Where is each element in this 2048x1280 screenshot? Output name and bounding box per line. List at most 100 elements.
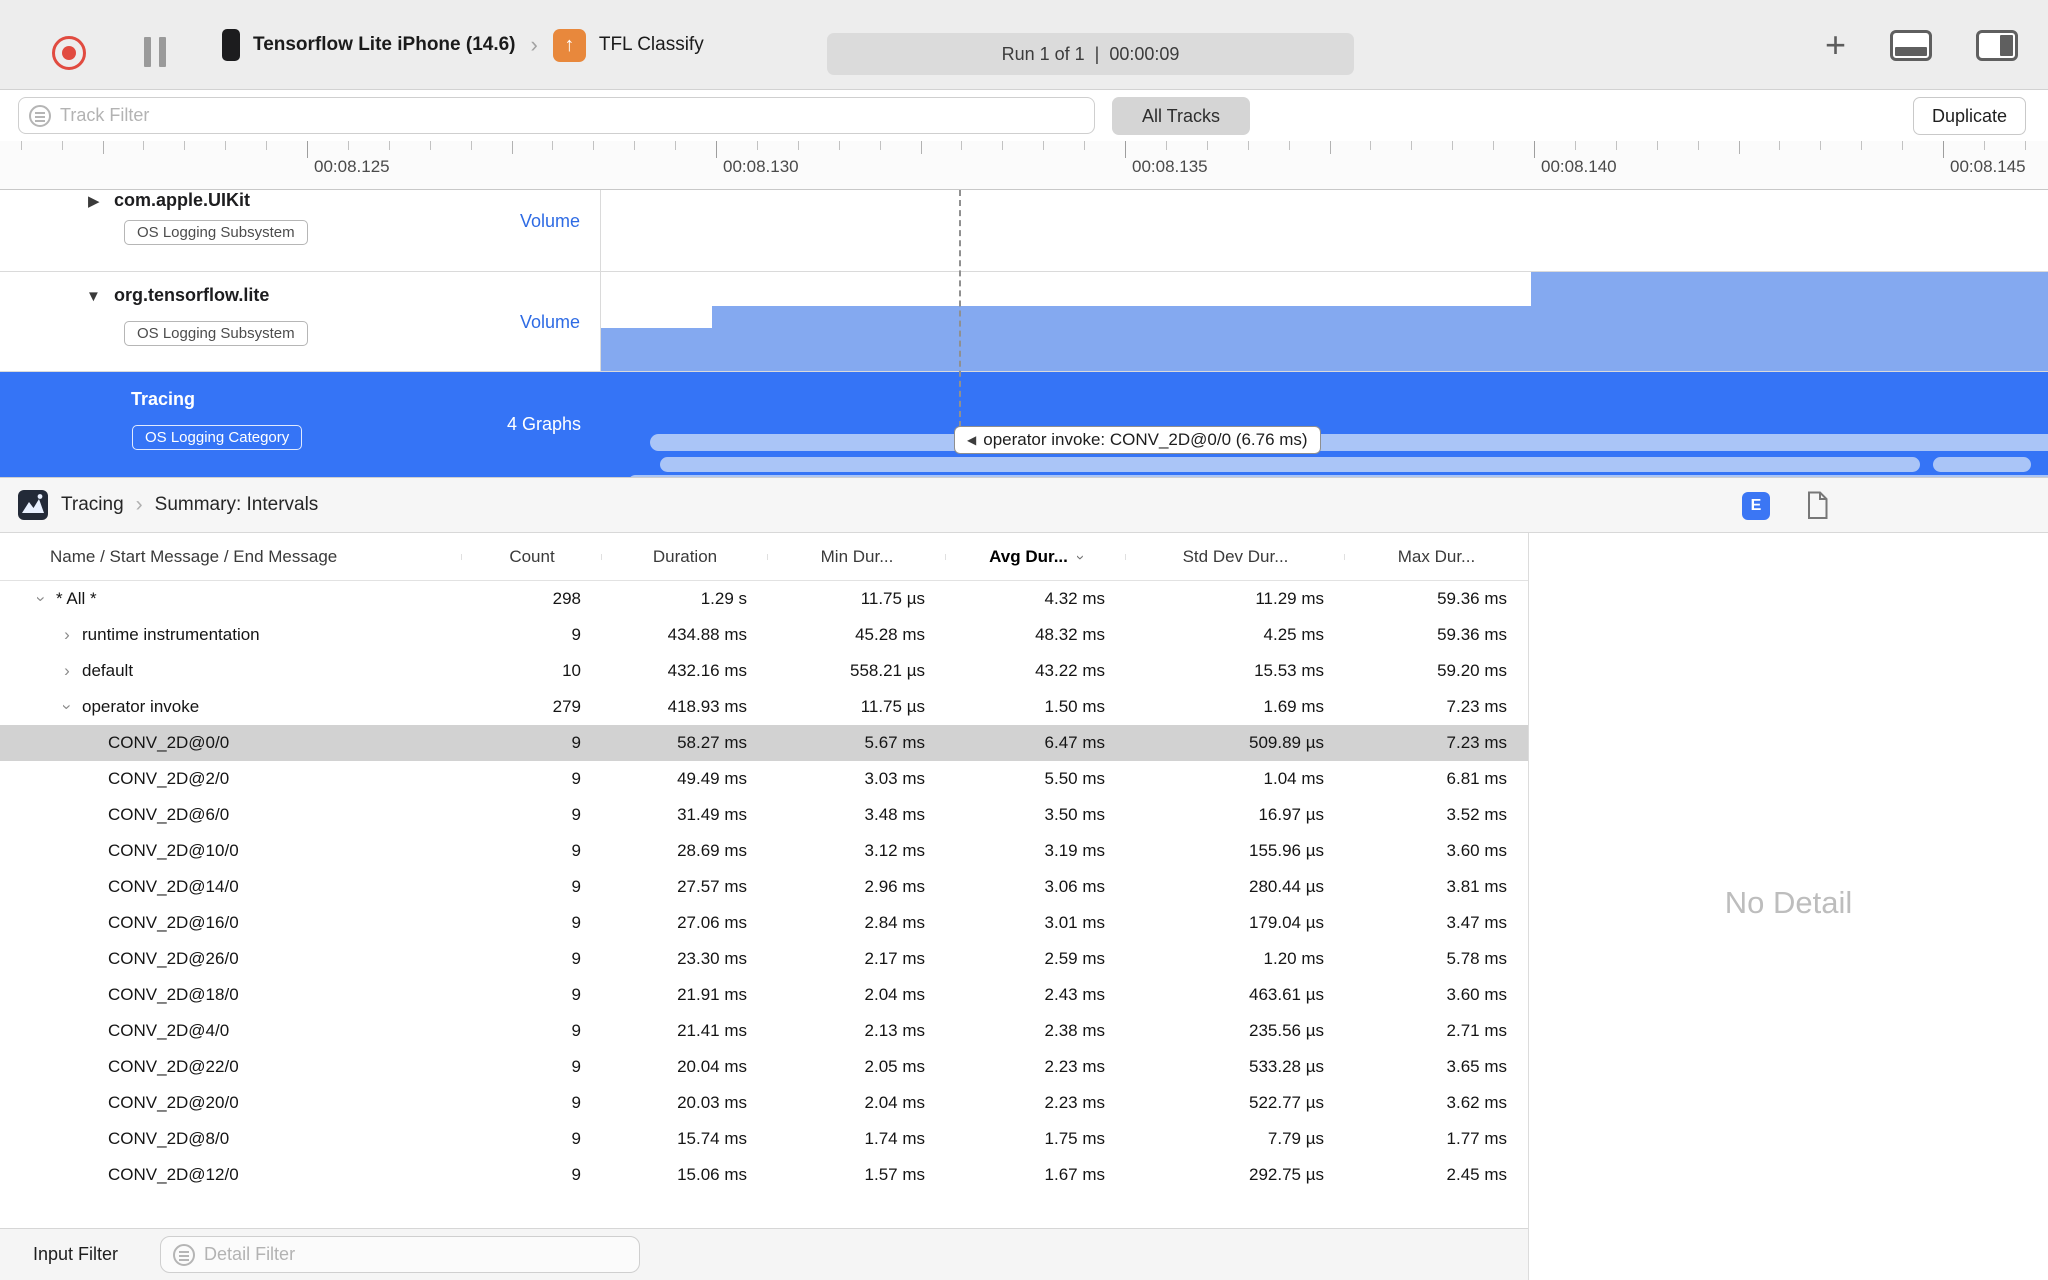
record-icon	[62, 46, 76, 60]
track-com-apple-uikit[interactable]: ▶ com.apple.UIKit OS Logging Subsystem V…	[0, 190, 2048, 272]
cell-stddev-duration: 280.44 µs	[1248, 877, 1324, 896]
target-app-name[interactable]: TFL Classify	[599, 34, 704, 56]
table-row[interactable]: CONV_2D@0/0 9 58.27 ms 5.67 ms 6.47 ms 5…	[0, 725, 1528, 761]
toggle-bottom-pane-button[interactable]	[1890, 29, 1932, 61]
detail-header-bar: Tracing › Summary: Intervals E	[0, 477, 2048, 533]
cell-count: 298	[552, 589, 581, 608]
row-disclosure-icon[interactable]: ›	[23, 584, 59, 614]
track-graph-label[interactable]: Volume	[520, 312, 580, 333]
row-name: CONV_2D@8/0	[108, 1129, 230, 1148]
pause-button[interactable]	[144, 37, 166, 67]
ruler-tick	[307, 141, 308, 158]
interval-tooltip: ◀ operator invoke: CONV_2D@0/0 (6.76 ms)	[954, 426, 1321, 454]
table-row[interactable]: CONV_2D@14/0 9 27.57 ms 2.96 ms 3.06 ms …	[0, 869, 1528, 905]
cell-count: 9	[571, 733, 581, 752]
interval-lane[interactable]	[650, 434, 2048, 451]
row-name-cell: › operator invoke	[0, 689, 462, 725]
row-disclosure-icon[interactable]: ›	[52, 653, 82, 689]
table-row[interactable]: CONV_2D@6/0 9 31.49 ms 3.48 ms 3.50 ms 1…	[0, 797, 1528, 833]
breadcrumb-view[interactable]: Summary: Intervals	[155, 494, 319, 516]
cell-duration: 15.06 ms	[677, 1165, 747, 1184]
cell-duration: 28.69 ms	[677, 841, 747, 860]
track-filter-input[interactable]	[60, 105, 1094, 126]
cell-stddev-duration: 463.61 µs	[1248, 985, 1324, 1004]
table-row[interactable]: › default 10 432.16 ms 558.21 µs 43.22 m…	[0, 653, 1528, 689]
track-tracing-selected[interactable]: Tracing OS Logging Category 4 Graphs ◀ o…	[0, 372, 2048, 477]
cell-stddev-duration: 1.69 ms	[1263, 697, 1324, 716]
table-row[interactable]: CONV_2D@22/0 9 20.04 ms 2.05 ms 2.23 ms …	[0, 1049, 1528, 1085]
cell-min-duration: 2.04 ms	[864, 985, 925, 1004]
device-name[interactable]: Tensorflow Lite iPhone (14.6)	[253, 34, 516, 56]
table-row[interactable]: CONV_2D@8/0 9 15.74 ms 1.74 ms 1.75 ms 7…	[0, 1121, 1528, 1157]
row-disclosure-icon[interactable]: ›	[52, 617, 82, 653]
playhead-line[interactable]	[959, 190, 961, 427]
cell-min-duration: 2.96 ms	[864, 877, 925, 896]
cell-avg-duration: 3.19 ms	[1044, 841, 1105, 860]
cell-max-duration: 2.71 ms	[1446, 1021, 1507, 1040]
row-disclosure-icon[interactable]: ›	[49, 692, 85, 722]
document-icon[interactable]	[1806, 491, 1829, 520]
intervals-graph[interactable]: ◀ operator invoke: CONV_2D@0/0 (6.76 ms)	[601, 372, 2048, 477]
volume-graph[interactable]	[601, 272, 2048, 371]
cell-count: 279	[552, 697, 581, 716]
add-instrument-button[interactable]: +	[1825, 27, 1846, 63]
row-name: CONV_2D@16/0	[108, 913, 239, 932]
target-selector[interactable]: Tensorflow Lite iPhone (14.6) › ↑ TFL Cl…	[222, 0, 704, 90]
column-header-stddev-duration[interactable]: Std Dev Dur...	[1126, 547, 1345, 567]
column-header-max-duration[interactable]: Max Dur...	[1345, 547, 1528, 567]
cell-min-duration: 558.21 µs	[849, 661, 925, 680]
extended-detail-button[interactable]: E	[1742, 492, 1770, 520]
table-row[interactable]: CONV_2D@20/0 9 20.03 ms 2.04 ms 2.23 ms …	[0, 1085, 1528, 1121]
timeline-ruler[interactable]: 00:08.125 00:08.130 00:08.135 00:08.140 00:0…	[0, 141, 2048, 190]
table-row[interactable]: CONV_2D@4/0 9 21.41 ms 2.13 ms 2.38 ms 2…	[0, 1013, 1528, 1049]
row-name-cell: CONV_2D@4/0	[0, 1013, 462, 1049]
cell-stddev-duration: 155.96 µs	[1248, 841, 1324, 860]
detail-filter-field[interactable]	[160, 1236, 641, 1273]
track-header[interactable]: ▶ com.apple.UIKit OS Logging Subsystem V…	[0, 190, 601, 271]
table-row[interactable]: › operator invoke 279 418.93 ms 11.75 µs…	[0, 689, 1528, 725]
toggle-right-pane-button[interactable]	[1976, 29, 2018, 61]
track-org-tensorflow-lite[interactable]: ▼ org.tensorflow.lite OS Logging Subsyst…	[0, 272, 2048, 372]
table-row[interactable]: CONV_2D@12/0 9 15.06 ms 1.57 ms 1.67 ms …	[0, 1157, 1528, 1193]
column-header-avg-duration[interactable]: Avg Dur... ›	[946, 547, 1126, 567]
column-header-count[interactable]: Count	[462, 547, 602, 567]
ruler-tick	[1370, 141, 1372, 150]
table-row[interactable]: CONV_2D@18/0 9 21.91 ms 2.04 ms 2.43 ms …	[0, 977, 1528, 1013]
disclosure-collapsed-icon[interactable]: ▶	[88, 192, 100, 210]
column-header-name[interactable]: Name / Start Message / End Message	[0, 547, 462, 567]
cell-min-duration: 45.28 ms	[855, 625, 925, 644]
breadcrumb-instrument[interactable]: Tracing	[61, 494, 124, 516]
interval-lane[interactable]	[1933, 457, 2031, 472]
interval-lane[interactable]	[660, 457, 1920, 472]
ruler-tick	[143, 141, 145, 150]
track-graph-label[interactable]: Volume	[520, 211, 580, 232]
duplicate-button[interactable]: Duplicate	[1912, 97, 2026, 135]
table-row[interactable]: › * All * 298 1.29 s 11.75 µs 4.32 ms 11…	[0, 581, 1528, 617]
all-tracks-label: All Tracks	[1141, 105, 1220, 126]
track-header[interactable]: Tracing OS Logging Category 4 Graphs	[0, 372, 601, 477]
track-filter-field[interactable]	[18, 97, 1095, 134]
table-row[interactable]: › runtime instrumentation 9 434.88 ms 45…	[0, 617, 1528, 653]
detail-filter-input[interactable]	[204, 1244, 640, 1265]
table-row[interactable]: CONV_2D@16/0 9 27.06 ms 2.84 ms 3.01 ms …	[0, 905, 1528, 941]
track-graph-label[interactable]: 4 Graphs	[507, 414, 581, 435]
track-title: org.tensorflow.lite	[114, 285, 270, 305]
cell-avg-duration: 43.22 ms	[1035, 661, 1105, 680]
cell-max-duration: 3.60 ms	[1446, 841, 1507, 860]
all-tracks-button[interactable]: All Tracks	[1112, 97, 1250, 135]
track-graph[interactable]	[601, 190, 2048, 271]
cell-duration: 49.49 ms	[677, 769, 747, 788]
table-row[interactable]: CONV_2D@26/0 9 23.30 ms 2.17 ms 2.59 ms …	[0, 941, 1528, 977]
ruler-tick	[1861, 141, 1863, 150]
table-row[interactable]: CONV_2D@10/0 9 28.69 ms 3.12 ms 3.19 ms …	[0, 833, 1528, 869]
disclosure-expanded-icon[interactable]: ▼	[86, 288, 101, 305]
table-row[interactable]: CONV_2D@2/0 9 49.49 ms 3.03 ms 5.50 ms 1…	[0, 761, 1528, 797]
column-header-min-duration[interactable]: Min Dur...	[768, 547, 946, 567]
track-header[interactable]: ▼ org.tensorflow.lite OS Logging Subsyst…	[0, 272, 601, 371]
volume-bar-segment	[712, 306, 1531, 371]
track-area: ▶ com.apple.UIKit OS Logging Subsystem V…	[0, 190, 2048, 477]
record-button[interactable]	[52, 36, 86, 70]
column-header-duration[interactable]: Duration	[602, 547, 768, 567]
ruler-tick	[1247, 141, 1249, 150]
ruler-tick	[1043, 141, 1045, 150]
